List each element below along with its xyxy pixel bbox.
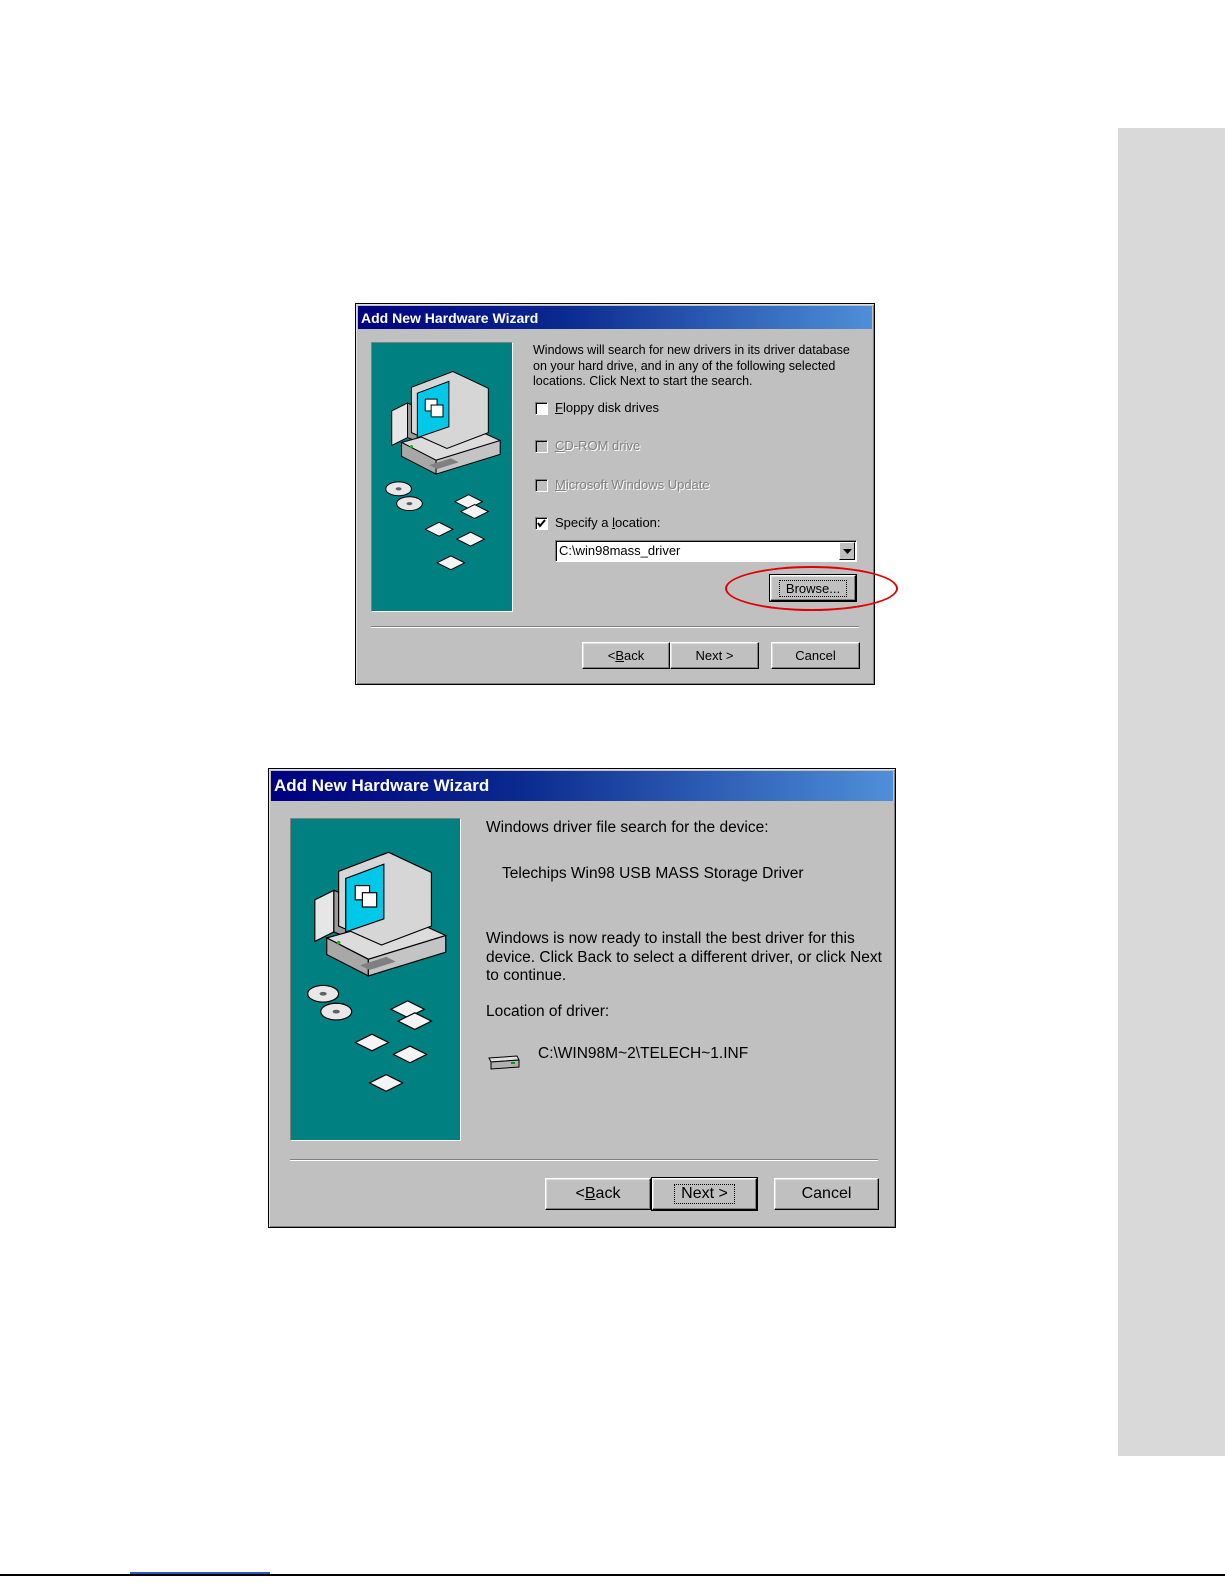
footer-rule (0, 1574, 1225, 1576)
floppy-icon (353, 1000, 433, 1092)
driver-path: C:\WIN98M~2\TELECH~1.INF (538, 1045, 749, 1062)
floppy-icon (424, 494, 490, 571)
side-tab (1118, 128, 1225, 1456)
separator (371, 626, 859, 628)
cd-icon (385, 481, 423, 512)
specify-location-checkbox[interactable] (535, 517, 548, 530)
cdrom-checkbox (535, 440, 548, 453)
next-button[interactable]: Next > (651, 1177, 758, 1211)
floppy-checkbox-label[interactable]: Floppy disk drives (555, 400, 659, 415)
title-bar: Add New Hardware Wizard (358, 306, 872, 329)
floppy-checkbox[interactable] (535, 402, 548, 415)
cd-icon (307, 984, 353, 1021)
back-button[interactable]: < Back (545, 1178, 651, 1210)
checkmark-icon (537, 519, 546, 528)
specify-location-label[interactable]: Specify a location: (555, 515, 661, 530)
search-heading: Windows driver file search for the devic… (486, 819, 769, 836)
location-heading: Location of driver: (486, 1003, 610, 1020)
wizard-dialog-ready: Add New Hardware Wizard Windows driver f… (268, 768, 896, 1228)
dialog-title: Add New Hardware Wizard (274, 776, 490, 795)
device-name: Telechips Win98 USB MASS Storage Driver (502, 865, 804, 882)
cancel-button[interactable]: Cancel (771, 642, 860, 669)
highlight-ellipse (725, 566, 898, 611)
computer-icon (314, 851, 448, 977)
back-button[interactable]: < Back (582, 642, 670, 669)
footer-link-line (130, 1572, 270, 1574)
windows-update-checkbox-label: Microsoft Windows Update (555, 477, 710, 492)
cancel-button[interactable]: Cancel (774, 1178, 879, 1210)
ready-text: Windows is now ready to install the best… (486, 930, 882, 984)
wizard-dialog-search: Add New Hardware Wizard Windows will sea… (355, 303, 875, 685)
cdrom-checkbox-label: CD-ROM drive (555, 438, 641, 453)
dialog-title: Add New Hardware Wizard (361, 309, 539, 326)
wizard-illustration (371, 342, 513, 612)
drive-icon (487, 1052, 521, 1072)
intro-text: Windows will search for new drivers in i… (533, 343, 850, 388)
location-value: C:\win98mass_driver (559, 543, 681, 558)
windows-update-checkbox (535, 479, 548, 492)
hardware-art (385, 370, 502, 571)
title-bar: Add New Hardware Wizard (271, 771, 893, 801)
location-combobox[interactable]: C:\win98mass_driver (555, 540, 857, 562)
wizard-illustration (290, 818, 461, 1141)
dropdown-arrow-icon[interactable] (839, 542, 855, 560)
computer-icon (391, 370, 502, 475)
next-button[interactable]: Next > (670, 642, 759, 669)
hardware-art (307, 851, 448, 1092)
separator (290, 1159, 878, 1161)
